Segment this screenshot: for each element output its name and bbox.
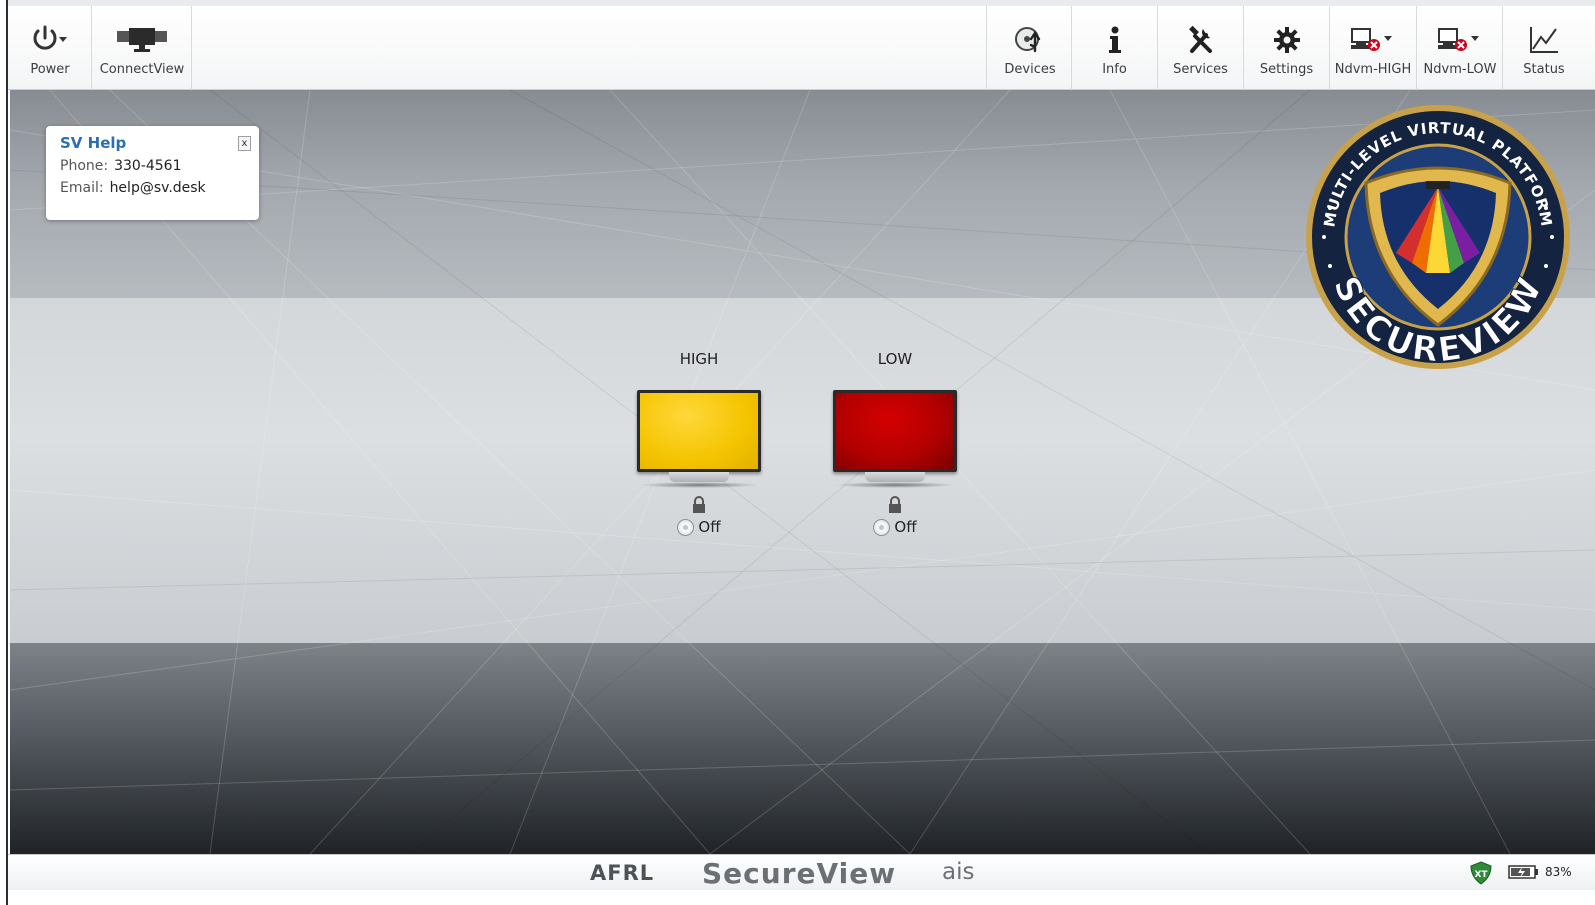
info-button[interactable]: Info <box>1072 6 1157 90</box>
vm-high: HIGH Off <box>634 350 764 536</box>
ndvm-low-button[interactable]: Ndvm-LOW <box>1417 6 1503 90</box>
help-close-button[interactable]: x <box>238 136 251 151</box>
gear-icon <box>1273 24 1301 56</box>
vm-high-off-radio[interactable] <box>677 518 695 536</box>
vm-low-power-toggle: Off <box>830 518 960 536</box>
network-disconnected-icon <box>1437 24 1483 56</box>
bottom-status-bar: AFRL SecureView ais XT 83% <box>8 854 1595 890</box>
settings-button[interactable]: Settings <box>1244 6 1329 90</box>
vm-high-power-toggle: Off <box>634 518 764 536</box>
ais-logo: ais <box>942 859 975 885</box>
vm-low-state-label: Off <box>894 518 917 536</box>
battery-icon[interactable] <box>1508 864 1540 884</box>
security-shield-icon[interactable]: XT <box>1469 861 1493 889</box>
vm-high-state-label: Off <box>698 518 721 536</box>
power-label: Power <box>30 62 70 77</box>
status-button[interactable]: Status <box>1504 6 1584 90</box>
power-button[interactable]: Power <box>18 6 82 90</box>
settings-label: Settings <box>1259 62 1314 77</box>
devices-label: Devices <box>1004 62 1056 77</box>
vm-high-monitor-stand <box>669 472 729 482</box>
secureview-emblem: MULTI-LEVEL VIRTUAL PLATFORM SECUREVIEW <box>1306 105 1570 371</box>
monitors-icon <box>115 24 169 56</box>
vm-low-monitor[interactable] <box>833 390 957 472</box>
help-email-value: help@sv.desk <box>109 180 206 196</box>
power-icon <box>28 24 72 56</box>
help-email-row: Email: help@sv.desk <box>60 180 245 196</box>
status-label: Status <box>1523 62 1565 77</box>
ndvm-high-button[interactable]: Ndvm-HIGH <box>1330 6 1416 90</box>
window-frame: Power ConnectView Devices Info Services … <box>0 0 1595 905</box>
devices-button[interactable]: Devices <box>988 6 1072 90</box>
vm-low: LOW Off <box>830 350 960 536</box>
help-email-label: Email: <box>60 180 104 196</box>
top-toolbar: Power ConnectView Devices Info Services … <box>8 6 1595 90</box>
svg-text:XT: XT <box>1474 870 1488 880</box>
help-phone-value: 330-4561 <box>114 158 182 174</box>
info-label: Info <box>1102 62 1127 77</box>
tools-icon <box>1186 24 1216 56</box>
help-phone-row: Phone: 330-4561 <box>60 158 245 174</box>
toolbar-separator <box>191 6 192 90</box>
toolbar-separator <box>1502 6 1503 90</box>
connectview-button[interactable]: ConnectView <box>96 6 188 90</box>
secureview-logo: SecureView <box>702 857 897 890</box>
connectview-label: ConnectView <box>99 62 185 77</box>
lock-icon <box>888 496 902 514</box>
services-button[interactable]: Services <box>1158 6 1243 90</box>
toolbar-separator <box>986 6 987 90</box>
vm-low-monitor-shadow <box>835 482 955 488</box>
devices-icon <box>1013 24 1047 56</box>
vm-high-monitor[interactable] <box>637 390 761 472</box>
vm-high-monitor-shadow <box>639 482 759 488</box>
help-phone-label: Phone: <box>60 158 109 174</box>
sv-help-panel: SV Help x Phone: 330-4561 Email: help@sv.d… <box>46 126 259 220</box>
vm-low-label: LOW <box>877 350 913 368</box>
info-icon <box>1105 24 1125 56</box>
chart-icon <box>1528 24 1560 56</box>
lock-icon <box>692 496 706 514</box>
services-label: Services <box>1173 62 1228 77</box>
network-disconnected-icon <box>1350 24 1396 56</box>
battery-percentage: 83% <box>1545 865 1572 879</box>
toolbar-separator <box>91 6 92 90</box>
vm-low-off-radio[interactable] <box>873 518 891 536</box>
vm-low-monitor-stand <box>865 472 925 482</box>
afrl-logo: AFRL <box>590 861 655 885</box>
help-title: SV Help <box>60 134 127 152</box>
vm-high-label: HIGH <box>679 350 719 368</box>
ndvm-high-label: Ndvm-HIGH <box>1334 62 1412 77</box>
ndvm-low-label: Ndvm-LOW <box>1423 62 1497 77</box>
frame-left-edge <box>0 0 8 905</box>
